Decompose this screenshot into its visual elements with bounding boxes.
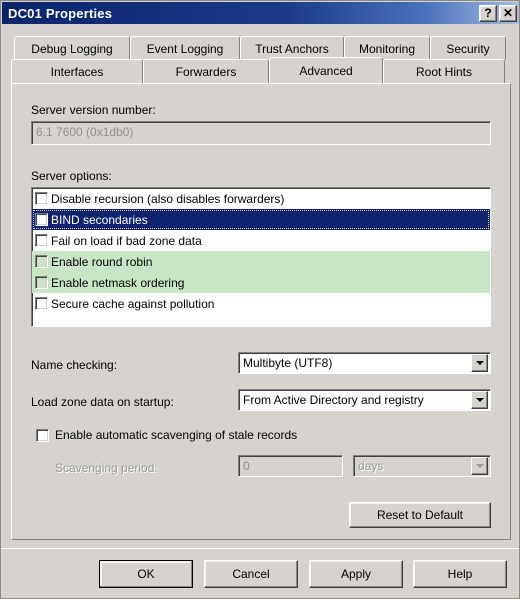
checkbox-icon[interactable] — [35, 192, 48, 205]
tab-event-logging[interactable]: Event Logging — [130, 36, 240, 60]
list-item-fail-on-load[interactable]: Fail on load if bad zone data — [32, 230, 490, 251]
scavenging-units-dropdown[interactable]: days — [353, 455, 491, 477]
dns-server-properties-dialog: DC01 Properties ? ✕ Debug Logging Event … — [0, 0, 520, 599]
enable-scavenging-checkbox[interactable]: Enable automatic scavenging of stale rec… — [36, 428, 297, 442]
help-button[interactable]: Help — [413, 560, 507, 588]
chevron-down-icon[interactable] — [471, 354, 488, 372]
list-item-enable-netmask-ordering[interactable]: Enable netmask ordering — [32, 272, 490, 293]
reset-to-default-button[interactable]: Reset to Default — [349, 502, 491, 528]
tab-advanced[interactable]: Advanced — [269, 57, 383, 83]
help-icon[interactable]: ? — [479, 5, 497, 22]
list-item-label: BIND secondaries — [51, 212, 148, 227]
server-options-list[interactable]: Disable recursion (also disables forward… — [31, 187, 491, 327]
tab-label: Debug Logging — [31, 41, 113, 56]
advanced-tab-panel: Server version number: 6.1 7600 (0x1db0)… — [11, 83, 511, 540]
list-item-label: Enable round robin — [51, 254, 153, 269]
server-version-field: 6.1 7600 (0x1db0) — [31, 121, 491, 145]
scavenging-period-label: Scavenging period: — [55, 461, 158, 475]
close-icon[interactable]: ✕ — [499, 5, 517, 22]
enable-scavenging-label: Enable automatic scavenging of stale rec… — [55, 428, 298, 442]
name-checking-label: Name checking: — [31, 358, 118, 372]
apply-button[interactable]: Apply — [309, 560, 403, 588]
tab-row-bottom: Interfaces Forwarders Advanced Root Hint… — [11, 57, 505, 83]
tab-forwarders[interactable]: Forwarders — [143, 59, 269, 83]
tab-security[interactable]: Security — [430, 36, 506, 60]
list-item-label: Secure cache against pollution — [51, 296, 215, 311]
list-item-label: Disable recursion (also disables forward… — [51, 191, 285, 206]
list-item-bind-secondaries[interactable]: BIND secondaries — [32, 209, 490, 230]
checkbox-icon[interactable] — [35, 234, 48, 247]
button-label: Help — [447, 567, 473, 581]
list-item-enable-round-robin[interactable]: Enable round robin — [32, 251, 490, 272]
tab-label: Event Logging — [146, 41, 224, 56]
list-item-label: Fail on load if bad zone data — [51, 233, 202, 248]
tab-label: Advanced — [299, 63, 353, 78]
dialog-footer: OK Cancel Apply Help — [1, 548, 519, 598]
tab-label: Security — [446, 41, 490, 56]
tab-label: Forwarders — [175, 64, 237, 79]
load-zone-data-value: From Active Directory and registry — [243, 393, 424, 407]
button-label: Reset to Default — [376, 508, 464, 522]
load-zone-data-label: Load zone data on startup: — [31, 395, 174, 409]
server-version-label: Server version number: — [31, 103, 156, 117]
scavenging-units-value: days — [358, 459, 384, 473]
tab-interfaces[interactable]: Interfaces — [11, 59, 143, 83]
chevron-down-icon[interactable] — [471, 457, 488, 475]
tab-row-top: Debug Logging Event Logging Trust Anchor… — [14, 36, 506, 60]
title-bar-buttons: ? ✕ — [479, 5, 517, 22]
tab-label: Root Hints — [415, 64, 473, 79]
chevron-down-icon[interactable] — [471, 391, 488, 409]
load-zone-data-dropdown[interactable]: From Active Directory and registry — [238, 389, 491, 411]
list-item-secure-cache[interactable]: Secure cache against pollution — [32, 293, 490, 314]
tab-label: Trust Anchors — [255, 41, 329, 56]
name-checking-dropdown[interactable]: Multibyte (UTF8) — [238, 352, 491, 374]
checkbox-icon[interactable] — [35, 213, 48, 226]
button-label: Apply — [340, 567, 372, 581]
tab-root-hints[interactable]: Root Hints — [383, 59, 505, 83]
list-item-label: Enable netmask ordering — [51, 275, 185, 290]
server-options-label: Server options: — [31, 169, 112, 183]
tab-label: Interfaces — [50, 64, 104, 79]
tab-label: Monitoring — [358, 41, 416, 56]
checkbox-icon[interactable] — [35, 297, 48, 310]
checkbox-icon[interactable] — [35, 276, 48, 289]
cancel-button[interactable]: Cancel — [204, 560, 298, 588]
ok-button[interactable]: OK — [99, 560, 193, 588]
tab-strip: Debug Logging Event Logging Trust Anchor… — [11, 36, 511, 84]
checkbox-icon[interactable] — [36, 428, 49, 442]
button-label: OK — [137, 567, 155, 581]
tab-debug-logging[interactable]: Debug Logging — [14, 36, 130, 60]
list-item-disable-recursion[interactable]: Disable recursion (also disables forward… — [32, 188, 490, 209]
scavenging-period-input[interactable]: 0 — [238, 455, 343, 477]
window-title: DC01 Properties — [8, 5, 113, 21]
name-checking-value: Multibyte (UTF8) — [243, 356, 333, 370]
button-label: Cancel — [232, 567, 270, 581]
title-bar: DC01 Properties ? ✕ — [2, 2, 519, 24]
checkbox-icon[interactable] — [35, 255, 48, 268]
